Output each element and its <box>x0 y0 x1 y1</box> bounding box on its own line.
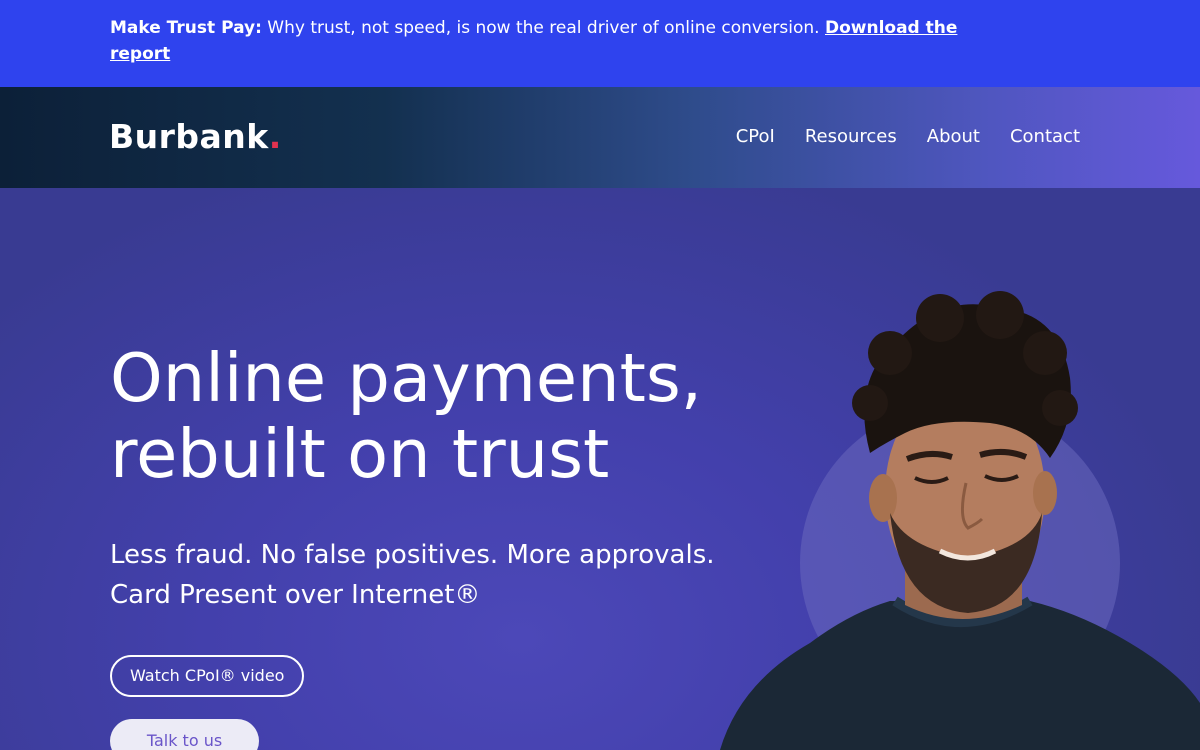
hero-title: Online payments, rebuilt on trust <box>110 340 790 492</box>
watch-video-button[interactable]: Watch CPoI® video <box>110 655 305 697</box>
nav-item-resources[interactable]: Resources <box>805 125 897 149</box>
hero-subtitle-line2: Card Present over Internet® <box>110 580 481 610</box>
logo-text: Burbank <box>109 117 269 156</box>
hero-subtitle-line1: Less fraud. No false positives. More app… <box>110 540 715 570</box>
announcement-lead: Make Trust Pay: <box>110 18 262 38</box>
talk-to-us-button[interactable]: Talk to us <box>110 719 259 750</box>
site-header: Burbank. CPoI Resources About Contact <box>0 87 1200 188</box>
hero-portrait-image <box>720 291 1200 750</box>
hero-subtitle: Less fraud. No false positives. More app… <box>110 535 715 615</box>
burbank-logo[interactable]: Burbank. <box>109 117 282 156</box>
nav-item-about[interactable]: About <box>927 125 980 149</box>
hero-title-line2: rebuilt on trust <box>110 415 610 493</box>
logo-dot: . <box>268 117 282 156</box>
nav-item-contact[interactable]: Contact <box>1010 125 1080 149</box>
announcement-bar: Make Trust Pay: Why trust, not speed, is… <box>0 0 1200 87</box>
main-nav: CPoI Resources About Contact <box>736 125 1080 149</box>
hero-section: Online payments, rebuilt on trust Less f… <box>0 188 1200 750</box>
hero-title-line1: Online payments, <box>110 339 703 417</box>
nav-item-cpoi[interactable]: CPoI <box>736 125 775 149</box>
announcement-text: Why trust, not speed, is now the real dr… <box>261 18 825 38</box>
